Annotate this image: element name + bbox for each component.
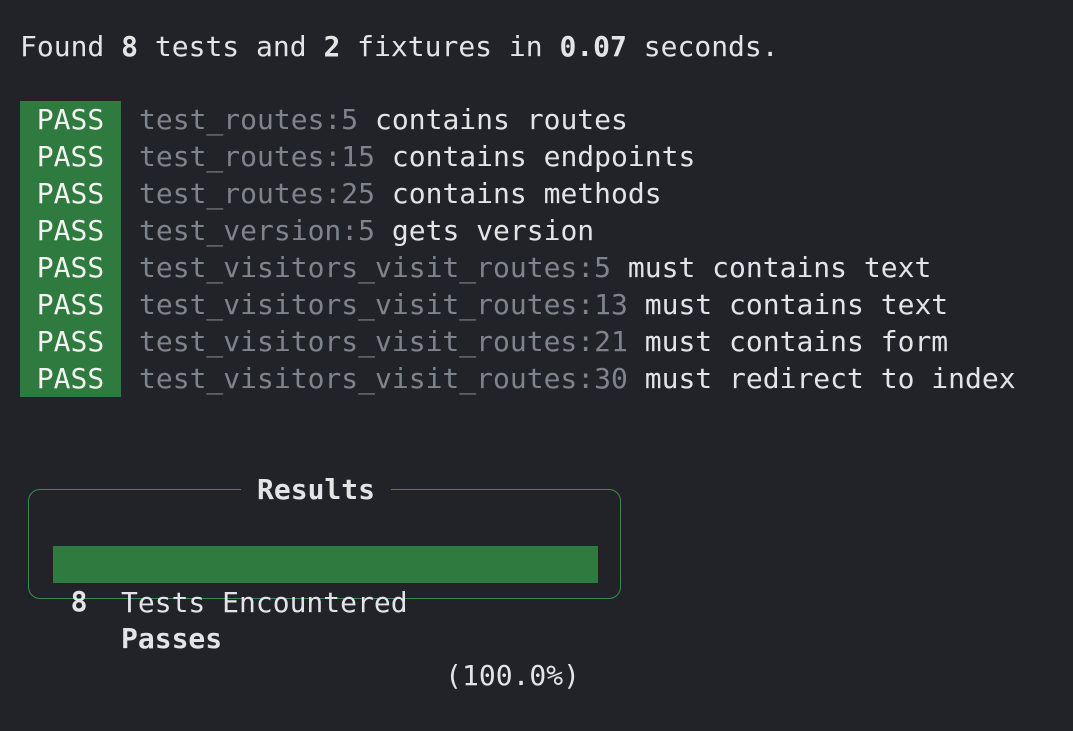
test-location: test_visitors_visit_routes:13	[139, 288, 628, 321]
summary-suffix: seconds.	[626, 30, 779, 63]
test-description: contains routes	[375, 103, 628, 136]
test-result-row: PASS test_routes:25 contains methods	[20, 175, 1016, 212]
test-result-row: PASS test_visitors_visit_routes:21 must c…	[20, 323, 1016, 360]
pass-badge: PASS	[20, 286, 121, 323]
test-description: contains endpoints	[391, 140, 696, 173]
stat-label: Tests Encountered	[121, 586, 408, 619]
test-description: must contains form	[644, 325, 949, 358]
test-description: must redirect to index	[644, 362, 1016, 395]
test-location: test_routes:5	[139, 103, 359, 136]
summary-line: Found 8 tests and 2 fixtures in 0.07 sec…	[20, 28, 779, 65]
pass-badge: PASS	[20, 101, 121, 138]
fixtures-count: 2	[323, 30, 341, 63]
pass-badge: PASS	[20, 175, 121, 212]
stat-percent: (100.0%)	[445, 659, 580, 692]
test-description: gets version	[391, 214, 595, 247]
tests-count: 8	[121, 30, 139, 63]
test-result-row: PASS test_visitors_visit_routes:30 must r…	[20, 360, 1016, 397]
test-results-list: PASS test_routes:5 contains routes PASS te…	[20, 101, 1016, 397]
results-panel-title: Results	[241, 473, 392, 507]
test-location: test_routes:25	[139, 177, 376, 210]
summary-middle-1: tests and	[138, 30, 324, 63]
pass-badge: PASS	[20, 249, 121, 286]
duration: 0.07	[559, 30, 627, 63]
stat-count: 8	[70, 585, 88, 618]
test-location: test_visitors_visit_routes:5	[139, 251, 612, 284]
test-description: must contains text	[644, 288, 949, 321]
pass-badge: PASS	[20, 360, 121, 397]
results-panel: Results 8 Tests Encountered 8 Passes (10…	[28, 473, 621, 692]
test-result-row: PASS test_routes:15 contains endpoints	[20, 138, 1016, 175]
test-location: test_visitors_visit_routes:21	[139, 325, 628, 358]
test-location: test_routes:15	[139, 140, 376, 173]
test-description: must contains text	[627, 251, 932, 284]
stat-tests-encountered: 8 Tests Encountered	[53, 510, 598, 619]
test-location: test_visitors_visit_routes:30	[139, 362, 628, 395]
test-location: test_version:5	[139, 214, 376, 247]
summary-middle-2: fixtures in	[340, 30, 560, 63]
test-result-row: PASS test_visitors_visit_routes:5 must co…	[20, 249, 1016, 286]
stat-passes: 8 Passes (100.0%)	[53, 546, 598, 692]
test-description: contains methods	[391, 177, 662, 210]
summary-prefix: Found	[20, 30, 122, 63]
pass-badge: PASS	[20, 138, 121, 175]
test-result-row: PASS test_version:5 gets version	[20, 212, 1016, 249]
pass-badge: PASS	[20, 212, 121, 249]
test-result-row: PASS test_visitors_visit_routes:13 must c…	[20, 286, 1016, 323]
pass-badge: PASS	[20, 323, 121, 360]
test-result-row: PASS test_routes:5 contains routes	[20, 101, 1016, 138]
